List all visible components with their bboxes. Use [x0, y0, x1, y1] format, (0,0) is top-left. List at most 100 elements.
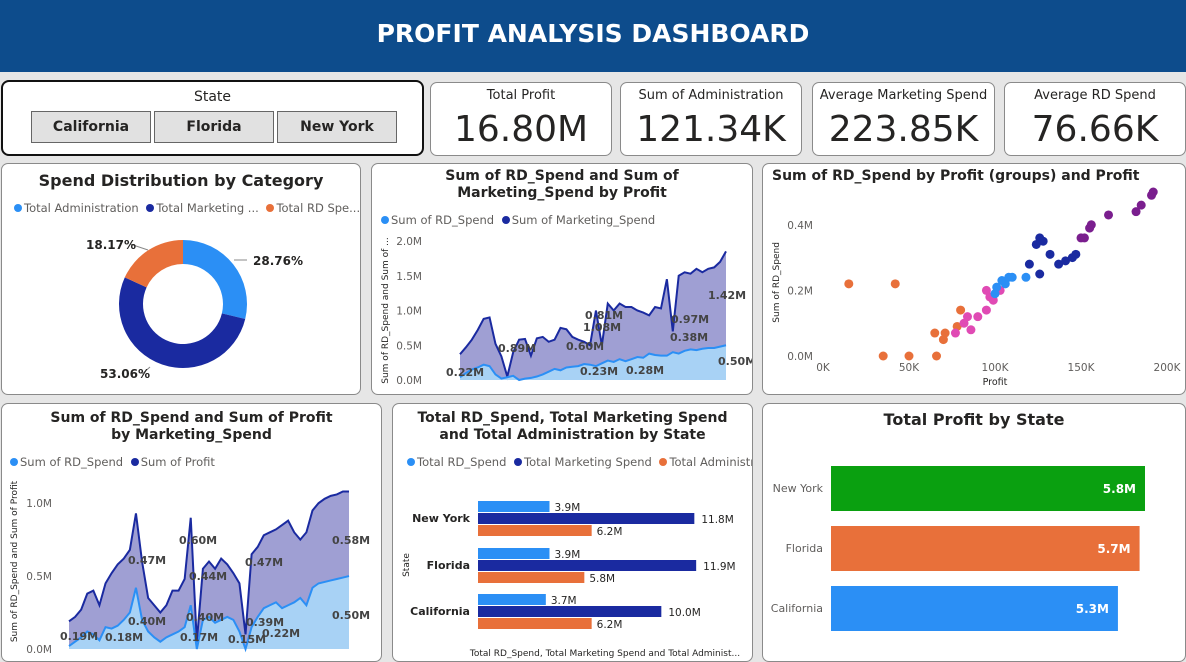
data-label: 0.47M — [245, 556, 283, 569]
scatter-point[interactable] — [1007, 272, 1017, 282]
scatter-point[interactable] — [1038, 236, 1048, 246]
kpi-label: Sum of Administration — [638, 88, 784, 103]
data-label: 0.22M — [262, 627, 300, 640]
scatter-point[interactable] — [1045, 249, 1055, 259]
bar-value-label: 10.0M — [668, 607, 700, 619]
data-label: 1.08M — [583, 321, 621, 334]
bar[interactable] — [478, 501, 550, 512]
scatter-point[interactable] — [1035, 269, 1045, 279]
area-chart[interactable]: 0.0M0.5M1.0MSum of RD_Spend and Sum of P… — [2, 404, 382, 662]
scatter-point[interactable] — [938, 335, 948, 345]
scatter-point[interactable] — [1021, 272, 1031, 282]
y-tick-label: 0.0M — [26, 644, 52, 656]
kpi-label: Average Marketing Spend — [819, 88, 988, 103]
bar-value-label: 6.2M — [597, 619, 623, 631]
bar[interactable] — [478, 594, 546, 605]
profit-by-state-card[interactable]: Total Profit by State New York 5.8M Florid… — [762, 403, 1186, 662]
bar[interactable] — [831, 526, 1140, 571]
category-label: New York — [412, 512, 471, 525]
y-axis-title: State — [402, 553, 412, 577]
kpi-card-average-marketing-spend[interactable]: Average Marketing Spend 223.85K — [812, 82, 995, 156]
kpi-value: 223.85K — [828, 109, 979, 150]
scatter-chart[interactable]: 0K 50K 100K 150K 200K0.0M0.2M0.4MProfitSum o… — [763, 164, 1186, 395]
bar[interactable] — [831, 466, 1145, 511]
scatter-point[interactable] — [966, 325, 976, 335]
scatter-point[interactable] — [981, 285, 991, 295]
data-label: 0.23M — [580, 365, 618, 378]
scatter-point[interactable] — [844, 279, 854, 289]
rd-marketing-by-profit-card[interactable]: Sum of RD_Spend and Sum of Marketing_Spe… — [371, 163, 753, 395]
profit-bar-chart[interactable]: New York 5.8M Florida 5.7M California 5.3M — [763, 404, 1186, 662]
scatter-point[interactable] — [950, 328, 960, 338]
data-label: 0.50M — [718, 355, 752, 368]
state-slicer: State California Florida New York — [1, 80, 424, 156]
x-tick-label: 0K — [816, 362, 831, 374]
scatter-point[interactable] — [890, 279, 900, 289]
bar-value-label: 11.9M — [703, 561, 735, 573]
x-axis-title: Profit — [983, 377, 1008, 388]
rd-by-profit-scatter-card[interactable]: Sum of RD_Spend by Profit (groups) and P… — [762, 163, 1186, 395]
slicer-option-california[interactable]: California — [31, 111, 151, 143]
y-tick-label: 0.5M — [396, 340, 422, 352]
data-label: 0.47M — [128, 554, 166, 567]
scatter-point[interactable] — [1079, 233, 1089, 243]
donut-slice[interactable] — [183, 240, 247, 319]
y-axis-title: Sum of RD_Spend and Sum of ... — [381, 237, 391, 383]
y-tick-label: 0.2M — [787, 285, 813, 297]
scatter-point[interactable] — [1148, 187, 1158, 197]
category-label: New York — [773, 482, 824, 495]
data-label: 0.58M — [332, 534, 370, 547]
data-label: 0.15M — [228, 633, 266, 646]
data-label: 0.44M — [189, 570, 227, 583]
y-tick-label: 1.5M — [396, 271, 422, 283]
scatter-point[interactable] — [1104, 210, 1114, 220]
spend-by-state-card[interactable]: Total RD_Spend, Total Marketing Spend an… — [392, 403, 753, 662]
bar[interactable] — [478, 606, 662, 617]
data-label: 0.38M — [670, 331, 708, 344]
bar[interactable] — [478, 560, 697, 571]
scatter-point[interactable] — [932, 351, 942, 361]
kpi-value: 16.80M — [453, 109, 589, 150]
bar[interactable] — [478, 525, 592, 536]
scatter-point[interactable] — [981, 305, 991, 315]
kpi-label: Average RD Spend — [1034, 88, 1156, 103]
bar[interactable] — [478, 513, 695, 524]
clustered-bar-chart[interactable]: New York 3.9M 11.8M 6.2M Florida 3.9M 11.9M 5.8… — [393, 404, 753, 662]
category-label: California — [410, 605, 470, 618]
scatter-point[interactable] — [878, 351, 888, 361]
y-tick-label: 0.0M — [396, 375, 422, 387]
scatter-point[interactable] — [956, 305, 966, 315]
slice-label: 53.06% — [100, 367, 150, 381]
scatter-point[interactable] — [904, 351, 914, 361]
slicer-option-new-york[interactable]: New York — [277, 111, 397, 143]
rd-profit-by-marketing-card[interactable]: Sum of RD_Spend and Sum of Profit by Mar… — [1, 403, 382, 662]
area-chart[interactable]: 0.0M0.5M1.0M1.5M2.0MSum of RD_Spend and … — [372, 164, 752, 395]
scatter-point[interactable] — [962, 312, 972, 322]
kpi-card-sum-administration[interactable]: Sum of Administration 121.34K — [620, 82, 802, 156]
scatter-point[interactable] — [930, 328, 940, 338]
scatter-point[interactable] — [1024, 259, 1034, 269]
bar[interactable] — [478, 572, 585, 583]
kpi-card-total-profit[interactable]: Total Profit 16.80M — [430, 82, 612, 156]
scatter-point[interactable] — [1086, 220, 1096, 230]
kpi-label: Total Profit — [486, 88, 556, 103]
kpi-card-average-rd-spend[interactable]: Average RD Spend 76.66K — [1004, 82, 1186, 156]
bar-value-label: 5.3M — [1076, 602, 1109, 616]
bar[interactable] — [478, 548, 550, 559]
x-tick-label: 50K — [899, 362, 920, 374]
scatter-point[interactable] — [1136, 200, 1146, 210]
slice-label: 28.76% — [253, 254, 303, 268]
data-label: 0.97M — [671, 313, 709, 326]
bar-value-label: 11.8M — [701, 514, 733, 526]
y-tick-label: 0.0M — [787, 351, 813, 363]
category-label: Florida — [427, 559, 470, 572]
dashboard-title: PROFIT ANALYSIS DASHBOARD — [376, 19, 810, 48]
scatter-point[interactable] — [973, 312, 983, 322]
slicer-option-florida[interactable]: Florida — [154, 111, 274, 143]
spend-distribution-card[interactable]: Spend Distribution by Category Total Adm… — [1, 163, 361, 395]
scatter-point[interactable] — [1071, 249, 1081, 259]
donut-chart[interactable]: 28.76% 53.06% 18.17% — [2, 164, 360, 395]
bar[interactable] — [478, 618, 592, 629]
data-label: 0.22M — [446, 366, 484, 379]
kpi-value: 76.66K — [1031, 109, 1159, 150]
